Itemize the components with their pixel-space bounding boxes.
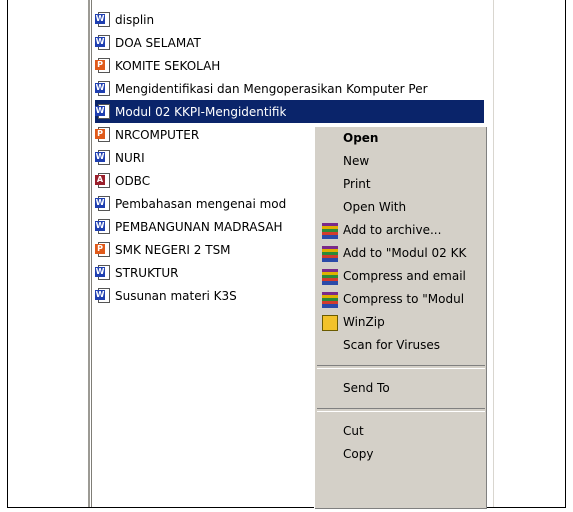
menu-item-scan-for-viruses[interactable]: Scan for Viruses	[315, 334, 487, 357]
winrar-icon	[322, 269, 338, 285]
word-document-icon: W	[95, 287, 111, 304]
winrar-icon	[322, 246, 338, 262]
menu-item-winzip[interactable]: WinZip	[315, 311, 487, 334]
word-document-icon: W	[95, 195, 111, 212]
menu-item-label: Compress and email	[343, 269, 466, 283]
menu-item-label: Compress to "Modul	[343, 292, 465, 306]
menu-item-add-to-archive[interactable]: Add to archive...	[315, 219, 487, 242]
menu-item-cut[interactable]: Cut	[315, 420, 487, 443]
menu-separator	[317, 408, 485, 412]
folder-pane-splitter[interactable]	[91, 0, 92, 507]
file-name: NRCOMPUTER	[115, 127, 200, 142]
powerpoint-document-icon: P	[95, 57, 111, 74]
menu-item-copy[interactable]: Copy	[315, 443, 487, 466]
menu-item-print[interactable]: Print	[315, 173, 487, 196]
word-document-icon: W	[95, 218, 111, 235]
file-name: PEMBANGUNAN MADRASAH	[115, 219, 283, 234]
word-document-icon: W	[95, 34, 111, 51]
menu-item-label: Add to "Modul 02 KK	[343, 246, 467, 260]
file-name: STRUKTUR	[115, 265, 179, 280]
file-name: Modul 02 KKPI-Mengidentifik	[115, 104, 287, 119]
file-name: Pembahasan mengenai mod	[115, 196, 287, 211]
powerpoint-document-icon: P	[95, 241, 111, 258]
file-list-item[interactable]: P KOMITE SEKOLAH	[95, 54, 486, 77]
column-divider	[493, 0, 494, 507]
menu-item-open[interactable]: Open	[315, 127, 487, 150]
winzip-icon	[322, 315, 338, 331]
file-name: ODBC	[115, 173, 151, 188]
word-document-icon: W	[95, 11, 111, 28]
menu-item-label: Add to archive...	[343, 223, 442, 237]
menu-item-add-to-named-archive[interactable]: Add to "Modul 02 KK	[315, 242, 487, 265]
file-list-item[interactable]: W DOA SELAMAT	[95, 31, 486, 54]
word-document-icon: W	[95, 149, 111, 166]
powerpoint-document-icon: P	[95, 126, 111, 143]
context-menu: Open New Print Open With Add to archive.…	[314, 126, 487, 509]
word-document-icon: W	[95, 80, 111, 97]
file-name: displin	[115, 12, 155, 27]
file-list-item[interactable]: Wdisplin	[95, 8, 486, 31]
access-document-icon: A	[95, 172, 111, 189]
menu-item-open-with[interactable]: Open With	[315, 196, 487, 219]
file-name: KOMITE SEKOLAH	[115, 58, 221, 73]
menu-item-new[interactable]: New	[315, 150, 487, 173]
menu-item-compress-to[interactable]: Compress to "Modul	[315, 288, 487, 311]
winrar-icon	[322, 223, 338, 239]
menu-item-send-to[interactable]: Send To	[315, 377, 487, 400]
file-list-item[interactable]: W Mengidentifikasi dan Mengoperasikan Kom…	[95, 77, 486, 100]
menu-item-label: WinZip	[343, 315, 385, 329]
folder-pane-border	[88, 0, 90, 507]
file-name: Susunan materi K3S	[115, 288, 237, 303]
word-document-icon: W	[95, 264, 111, 281]
file-list-item[interactable]: W Modul 02 KKPI-Mengidentifik	[95, 100, 484, 123]
word-document-icon: W	[95, 103, 111, 120]
menu-item-compress-and-email[interactable]: Compress and email	[315, 265, 487, 288]
menu-separator	[317, 365, 485, 369]
file-name: Mengidentifikasi dan Mengoperasikan Komp…	[115, 81, 428, 96]
file-name: NURI	[115, 150, 145, 165]
file-name: SMK NEGERI 2 TSM	[115, 242, 231, 257]
file-name: DOA SELAMAT	[115, 35, 201, 50]
winrar-icon	[322, 292, 338, 308]
